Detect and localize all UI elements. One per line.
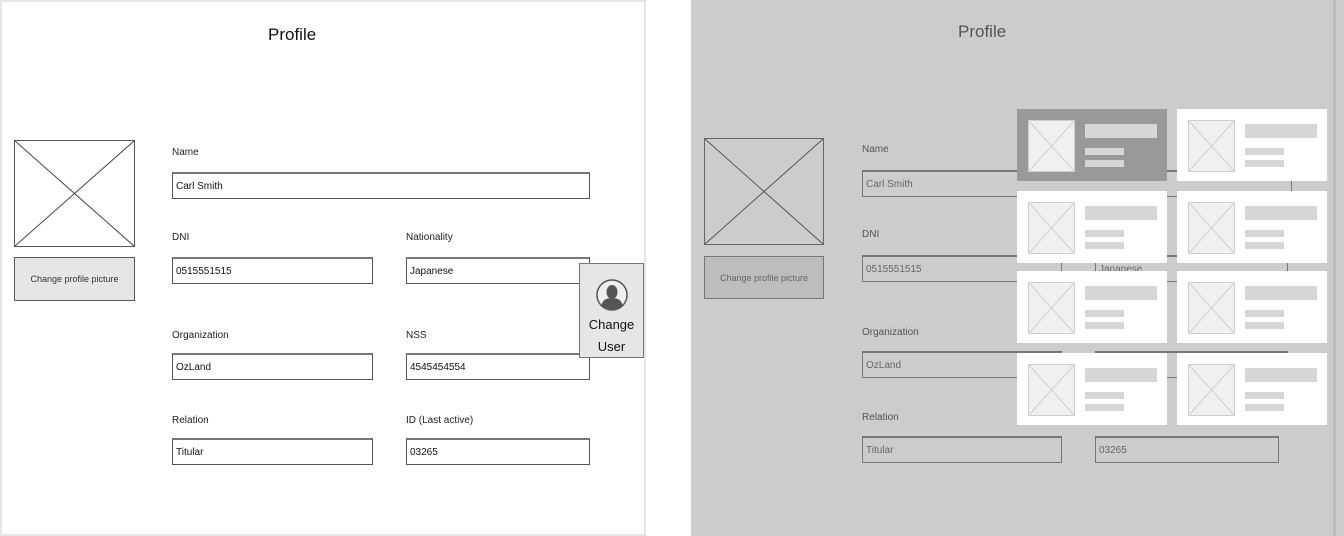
- change-user-button[interactable]: Change User: [579, 263, 644, 358]
- nss-input[interactable]: 4545454554: [406, 353, 590, 380]
- user-card-line-placeholder: [1245, 230, 1284, 237]
- user-card-line-placeholder: [1245, 392, 1284, 399]
- profile-screen: Profile Change profile picture Name Carl…: [0, 0, 646, 536]
- user-card-line-placeholder: [1085, 230, 1124, 237]
- id-last-active-label: ID (Last active): [406, 415, 474, 426]
- user-card-line-placeholder: [1245, 322, 1284, 329]
- profile-picture-placeholder: [704, 138, 824, 245]
- profile-picture-placeholder: [14, 140, 135, 247]
- user-card-selected[interactable]: [1017, 109, 1167, 181]
- user-avatar-icon: [595, 279, 628, 311]
- user-card-line-placeholder: [1245, 148, 1284, 155]
- change-user-label-line1: Change: [588, 317, 635, 332]
- image-placeholder-icon: [1028, 202, 1075, 254]
- nss-label: NSS: [406, 330, 427, 341]
- user-card[interactable]: [1177, 191, 1327, 263]
- image-placeholder-icon: [1188, 282, 1235, 334]
- nationality-input[interactable]: Japanese: [406, 257, 590, 284]
- image-placeholder-icon: [1028, 282, 1075, 334]
- user-card[interactable]: [1177, 109, 1327, 181]
- user-card-title-placeholder: [1085, 368, 1157, 382]
- image-placeholder-icon: [1028, 364, 1075, 416]
- nationality-label: Nationality: [406, 232, 453, 243]
- organization-label: Organization: [172, 330, 229, 341]
- user-card-line-placeholder: [1245, 242, 1284, 249]
- user-card[interactable]: [1177, 353, 1327, 425]
- user-card[interactable]: [1017, 191, 1167, 263]
- user-card-line-placeholder: [1245, 404, 1284, 411]
- user-card-line-placeholder: [1085, 392, 1124, 399]
- user-card-title-placeholder: [1245, 286, 1317, 300]
- user-card-line-placeholder: [1085, 322, 1124, 329]
- user-card-title-placeholder: [1085, 124, 1157, 138]
- user-card-line-placeholder: [1085, 310, 1124, 317]
- dni-label: DNI: [172, 232, 190, 243]
- dni-label: DNI: [862, 229, 880, 240]
- change-profile-picture-button[interactable]: Change profile picture: [704, 256, 824, 299]
- user-card-title-placeholder: [1085, 286, 1157, 300]
- relation-label: Relation: [862, 412, 899, 423]
- relation-input[interactable]: Titular: [862, 436, 1062, 463]
- id-last-active-input[interactable]: 03265: [1095, 436, 1279, 463]
- user-card-line-placeholder: [1085, 160, 1124, 167]
- relation-input[interactable]: Titular: [172, 438, 373, 465]
- image-placeholder-icon: [1188, 364, 1235, 416]
- organization-input[interactable]: OzLand: [172, 353, 373, 380]
- user-card-line-placeholder: [1245, 160, 1284, 167]
- dni-input[interactable]: 0515551515: [172, 257, 373, 284]
- image-placeholder-icon: [1188, 202, 1235, 254]
- image-placeholder-icon: [1188, 120, 1235, 172]
- change-profile-picture-button[interactable]: Change profile picture: [14, 257, 135, 301]
- user-card[interactable]: [1177, 271, 1327, 343]
- user-card-line-placeholder: [1085, 242, 1124, 249]
- image-placeholder-icon: [1028, 120, 1075, 172]
- relation-label: Relation: [172, 415, 209, 426]
- user-card-line-placeholder: [1085, 404, 1124, 411]
- user-card[interactable]: [1017, 271, 1167, 343]
- name-label: Name: [172, 147, 199, 158]
- user-card[interactable]: [1017, 353, 1167, 425]
- name-label: Name: [862, 144, 889, 155]
- image-placeholder-icon: [15, 141, 134, 246]
- image-placeholder-icon: [705, 139, 823, 244]
- scrollbar[interactable]: [1333, 0, 1336, 536]
- user-card-title-placeholder: [1085, 206, 1157, 220]
- user-card-line-placeholder: [1085, 148, 1124, 155]
- id-last-active-input[interactable]: 03265: [406, 438, 590, 465]
- name-input[interactable]: Carl Smith: [172, 172, 590, 199]
- organization-label: Organization: [862, 327, 919, 338]
- user-card-title-placeholder: [1245, 206, 1317, 220]
- change-user-label-line2: User: [597, 339, 626, 354]
- user-card-title-placeholder: [1245, 368, 1317, 382]
- page-title: Profile: [958, 22, 1007, 41]
- profile-user-picker-screen: Profile Change profile picture Name Carl…: [691, 0, 1344, 536]
- page-title: Profile: [268, 25, 317, 44]
- user-card-line-placeholder: [1245, 310, 1284, 317]
- user-card-title-placeholder: [1245, 124, 1317, 138]
